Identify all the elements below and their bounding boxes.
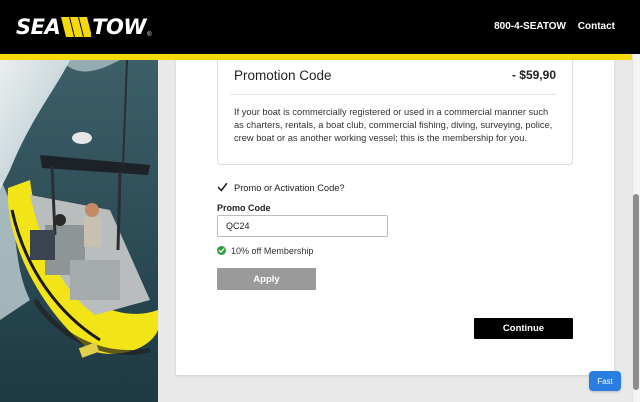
promo-checkbox[interactable]: [217, 182, 228, 193]
apply-button[interactable]: Apply: [217, 268, 316, 290]
checkmark-icon: [217, 183, 228, 192]
continue-button[interactable]: Continue: [474, 318, 573, 339]
boat-hero-image: [0, 60, 158, 402]
promo-checkbox-label[interactable]: Promo or Activation Code?: [234, 183, 345, 193]
top-nav-bar: SEA TOW ® 800-4-SEATOW Contact: [0, 0, 640, 54]
logo-stripes-icon: [61, 17, 92, 37]
membership-description: If your boat is commercially registered …: [234, 107, 553, 143]
registered-mark: ®: [147, 32, 152, 38]
promotion-discount-amount: - $59,90: [511, 68, 556, 82]
promo-code-label: Promo Code: [217, 203, 271, 213]
promotion-title: Promotion Code: [234, 68, 332, 83]
phone-link[interactable]: 800-4-SEATOW: [494, 21, 566, 32]
contact-link[interactable]: Contact: [578, 21, 615, 32]
scrollbar-thumb[interactable]: [633, 194, 639, 390]
fast-badge-button[interactable]: Fast: [589, 371, 621, 391]
logo-text-right: TOW: [92, 15, 147, 39]
success-check-icon: [217, 246, 226, 255]
promo-code-input[interactable]: [217, 215, 388, 237]
sea-tow-logo[interactable]: SEA TOW ®: [16, 16, 152, 38]
logo-text-left: SEA: [16, 15, 61, 39]
card-divider: [230, 94, 556, 95]
promo-success-message: 10% off Membership: [231, 246, 314, 256]
